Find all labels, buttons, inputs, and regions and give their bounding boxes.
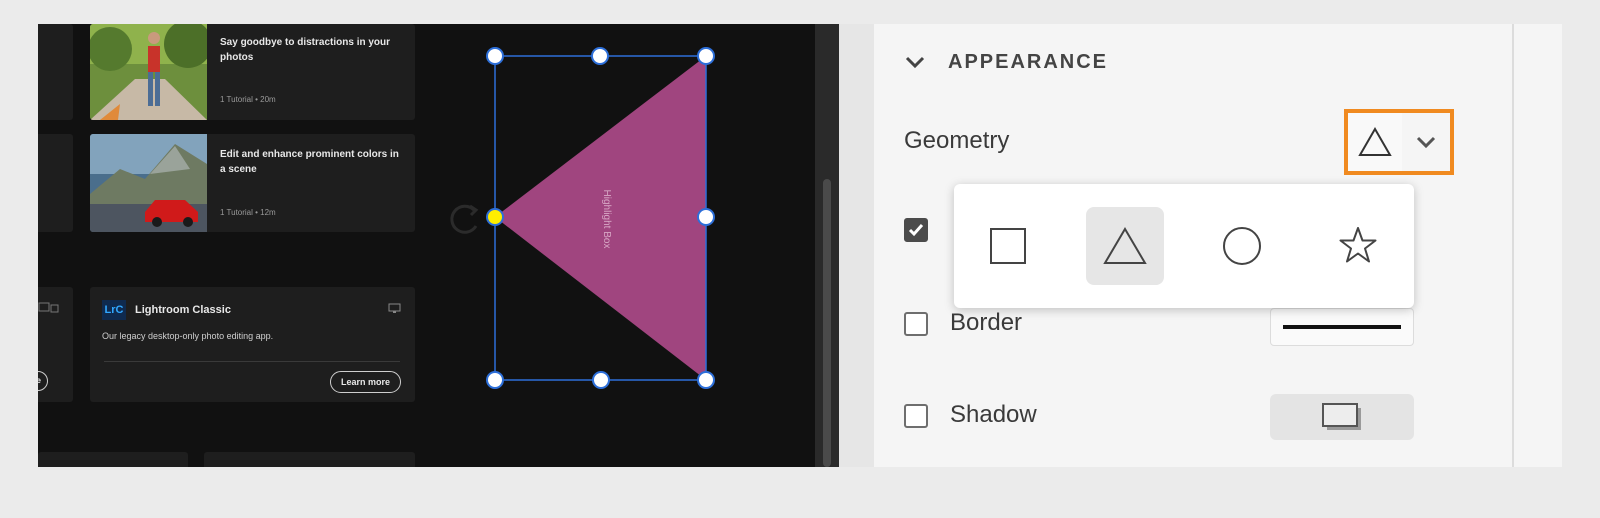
resize-handle-active[interactable] [486, 208, 504, 226]
chevron-down-icon[interactable] [904, 55, 926, 69]
triangle-icon [1103, 227, 1147, 264]
partial-card[interactable] [38, 24, 73, 120]
resize-handle[interactable] [697, 47, 715, 65]
border-style-picker[interactable] [1270, 308, 1414, 346]
tutorial-meta: 1 Tutorial • 12m [220, 208, 276, 217]
border-line-preview [1283, 325, 1401, 329]
geometry-label: Geometry [904, 127, 1010, 154]
partial-card[interactable]: ore [38, 287, 73, 402]
checkmark-icon [908, 224, 924, 237]
square-icon [990, 228, 1026, 264]
tutorial-title: Edit and enhance prominent colors in a s… [220, 149, 399, 175]
geometry-picker[interactable] [1344, 109, 1454, 175]
shape-option-square[interactable] [969, 207, 1047, 285]
desktop-icon [388, 303, 401, 313]
divider [104, 361, 400, 362]
triangle-shape[interactable] [495, 56, 706, 380]
section-title: APPEARANCE [948, 50, 1109, 73]
tutorial-thumbnail [90, 134, 207, 232]
shadow-label: Shadow [950, 401, 1037, 428]
shape-option-triangle[interactable] [1086, 207, 1164, 285]
border-label: Border [950, 309, 1023, 336]
resize-handle[interactable] [591, 47, 609, 65]
learn-more-button-partial[interactable]: ore [38, 371, 48, 391]
canvas-area[interactable]: ore Say goodbye to distractions in your … [38, 24, 815, 467]
geometry-shape-menu [954, 184, 1414, 308]
tutorial-thumbnail [90, 24, 207, 120]
partial-card[interactable] [38, 134, 73, 232]
shape-option-star[interactable] [1319, 207, 1397, 285]
geometry-dropdown-toggle[interactable] [1402, 135, 1450, 149]
border-checkbox[interactable] [904, 312, 928, 336]
circle-icon [1223, 227, 1261, 265]
scrollbar-thumb[interactable] [823, 179, 831, 467]
resize-handle[interactable] [486, 371, 504, 389]
triangle-icon [1358, 126, 1392, 156]
shadow-preview-icon [1322, 403, 1361, 430]
resize-handle[interactable] [486, 47, 504, 65]
appearance-section-header[interactable]: APPEARANCE [904, 47, 1108, 77]
tutorial-title: Say goodbye to distractions in your phot… [220, 37, 391, 63]
partial-card[interactable] [204, 452, 415, 467]
star-icon [1339, 227, 1377, 263]
lightroom-logo: LrC [102, 300, 126, 320]
shape-label: Highlight Box [601, 190, 612, 249]
rotate-handle-icon[interactable] [446, 202, 482, 238]
app-window: ore Say goodbye to distractions in your … [38, 24, 1562, 467]
tutorial-card[interactable]: Edit and enhance prominent colors in a s… [90, 134, 415, 232]
shadow-checkbox[interactable] [904, 404, 928, 428]
tutorial-card[interactable]: Say goodbye to distractions in your phot… [90, 24, 415, 120]
app-name: Lightroom Classic [135, 304, 231, 316]
row-checkbox[interactable] [904, 218, 928, 242]
panel-gutter [1514, 24, 1562, 467]
shape-option-circle[interactable] [1203, 207, 1281, 285]
app-card[interactable]: LrC Lightroom Classic Our legacy desktop… [90, 287, 415, 402]
device-icon [38, 302, 59, 313]
tutorial-meta: 1 Tutorial • 20m [220, 95, 276, 104]
chevron-down-icon [1417, 136, 1436, 149]
learn-more-button[interactable]: Learn more [330, 371, 401, 393]
geometry-current-shape[interactable] [1348, 113, 1403, 171]
partial-card[interactable] [38, 452, 188, 467]
resize-handle[interactable] [697, 208, 715, 226]
shadow-style-picker[interactable] [1270, 394, 1414, 440]
resize-handle[interactable] [592, 371, 610, 389]
highlight-box-shape[interactable]: Highlight Box [483, 44, 723, 394]
app-description: Our legacy desktop-only photo editing ap… [102, 331, 274, 341]
resize-handle[interactable] [697, 371, 715, 389]
canvas-scrollbar[interactable] [815, 24, 839, 467]
